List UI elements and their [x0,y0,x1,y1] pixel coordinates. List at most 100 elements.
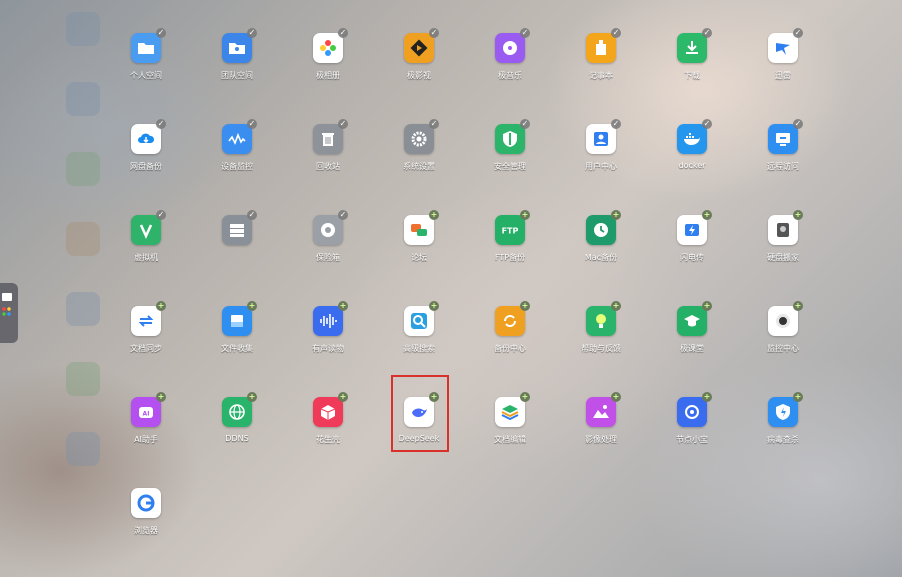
app-tile[interactable]: ✓ 虚拟机 [101,210,191,285]
flash-icon[interactable] [677,215,707,245]
add-badge-icon[interactable]: + [611,210,621,220]
add-badge-icon[interactable]: + [611,392,621,402]
team-icon[interactable] [222,33,252,63]
app-icon-wrap[interactable]: + [222,301,257,336]
installed-check-icon[interactable]: ✓ [429,28,439,38]
download-icon[interactable] [677,33,707,63]
user-icon[interactable] [586,124,616,154]
app-tile[interactable]: ✓ 远程访问 [738,119,828,194]
app-tile[interactable]: + 闪电传 [647,210,737,285]
app-icon-wrap[interactable]: + [768,210,803,245]
photos-icon[interactable] [313,33,343,63]
app-tile[interactable]: + 论坛 [374,210,464,285]
app-tile[interactable]: + 高级搜索 [374,301,464,376]
app-tile[interactable]: ✓ 下载 [647,28,737,103]
add-badge-icon[interactable]: + [520,301,530,311]
app-icon-wrap[interactable]: AI + [131,392,166,427]
app-tile[interactable]: ✓ 保险箱 [283,210,373,285]
app-icon-wrap[interactable]: + [677,392,712,427]
app-icon-wrap[interactable]: + [313,392,348,427]
app-icon-wrap[interactable]: ✓ [222,119,257,154]
app-icon-wrap[interactable] [131,488,161,518]
app-icon-wrap[interactable]: ✓ [131,28,166,63]
app-icon-wrap[interactable]: + [586,210,621,245]
image-icon[interactable] [586,397,616,427]
app-grid-icon[interactable] [2,307,12,317]
safe-icon[interactable] [313,215,343,245]
monitor-wave-icon[interactable] [222,124,252,154]
app-tile[interactable]: + Mac备份 [556,210,646,285]
installed-check-icon[interactable]: ✓ [520,28,530,38]
app-tile[interactable]: + 影像处理 [556,392,646,467]
app-icon-wrap[interactable]: + [313,301,348,336]
add-badge-icon[interactable]: + [429,301,439,311]
app-tile[interactable]: ✓ 安全管理 [465,119,555,194]
app-icon-wrap[interactable]: ✓ [586,28,621,63]
add-badge-icon[interactable]: + [247,301,257,311]
installed-check-icon[interactable]: ✓ [156,210,166,220]
search-icon[interactable] [404,306,434,336]
installed-check-icon[interactable]: ✓ [520,119,530,129]
app-tile[interactable]: ✓ 团队空间 [192,28,282,103]
add-badge-icon[interactable]: + [793,301,803,311]
app-tile[interactable]: ✓ 极影视 [374,28,464,103]
app-tile[interactable]: + 监控中心 [738,301,828,376]
docker-icon[interactable] [677,124,707,154]
add-badge-icon[interactable]: + [247,392,257,402]
app-tile[interactable]: + 帮助与反馈 [556,301,646,376]
trash-icon[interactable] [313,124,343,154]
add-badge-icon[interactable]: + [338,301,348,311]
app-icon-wrap[interactable]: ✓ [677,28,712,63]
app-tile[interactable]: ✓ 迅雷 [738,28,828,103]
app-icon-wrap[interactable]: + [677,210,712,245]
app-tile[interactable]: + 病毒查杀 [738,392,828,467]
add-badge-icon[interactable]: + [338,392,348,402]
installed-check-icon[interactable]: ✓ [247,210,257,220]
app-icon-wrap[interactable]: ✓ [222,28,257,63]
installed-check-icon[interactable]: ✓ [156,119,166,129]
shield-icon[interactable] [495,124,525,154]
app-tile[interactable]: + 备份中心 [465,301,555,376]
app-tile[interactable]: FTP + FTP备份 [465,210,555,285]
app-tile[interactable]: ✓ docker [647,119,737,194]
app-icon-wrap[interactable]: + [404,210,439,245]
notebook-icon[interactable] [586,33,616,63]
app-icon-wrap[interactable]: ✓ [495,119,530,154]
browser-icon[interactable] [131,488,161,518]
add-badge-icon[interactable]: + [793,210,803,220]
folder-icon[interactable] [131,33,161,63]
add-badge-icon[interactable]: + [429,210,439,220]
cube-icon[interactable] [313,397,343,427]
audio-wave-icon[interactable] [313,306,343,336]
desktop-icon[interactable] [2,293,12,301]
add-badge-icon[interactable]: + [520,392,530,402]
app-tile[interactable]: + DDNS [192,392,282,467]
cloud-icon[interactable] [131,124,161,154]
installed-check-icon[interactable]: ✓ [611,119,621,129]
app-icon-wrap[interactable]: + [768,301,803,336]
installed-check-icon[interactable]: ✓ [247,119,257,129]
node-icon[interactable] [677,397,707,427]
app-tile[interactable]: + 硬盘搬家 [738,210,828,285]
graduation-icon[interactable] [677,306,707,336]
installed-check-icon[interactable]: ✓ [702,28,712,38]
forum-icon[interactable] [404,215,434,245]
app-tile[interactable]: + 极课堂 [647,301,737,376]
installed-check-icon[interactable]: ✓ [338,210,348,220]
installed-check-icon[interactable]: ✓ [429,119,439,129]
installed-check-icon[interactable]: ✓ [611,28,621,38]
app-icon-wrap[interactable]: + [586,392,621,427]
camera-icon[interactable] [768,306,798,336]
file-collect-icon[interactable] [222,306,252,336]
app-tile[interactable]: + 花生壳 [283,392,373,467]
backup-icon[interactable] [495,306,525,336]
app-tile[interactable]: 浏览器 [101,488,191,558]
app-icon-wrap[interactable]: ✓ [404,119,439,154]
installed-check-icon[interactable]: ✓ [247,28,257,38]
app-icon-wrap[interactable]: ✓ [586,119,621,154]
app-icon-wrap[interactable]: ✓ [768,119,803,154]
add-badge-icon[interactable]: + [156,392,166,402]
app-tile[interactable]: + 有声读物 [283,301,373,376]
disk-icon[interactable] [768,215,798,245]
app-icon-wrap[interactable]: + [495,392,530,427]
